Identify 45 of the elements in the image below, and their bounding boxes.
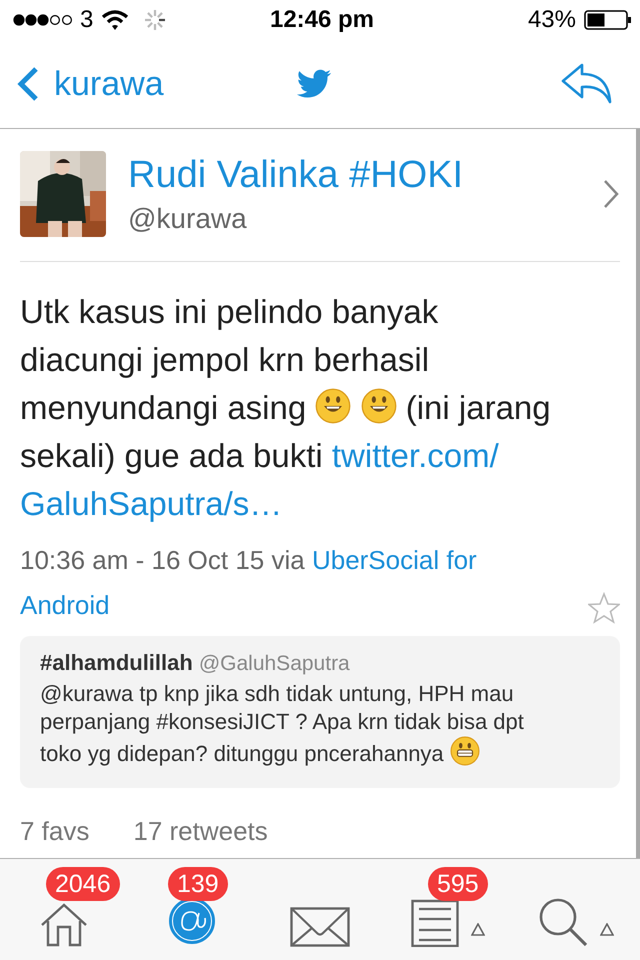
document-icon xyxy=(411,897,459,947)
client-link[interactable]: UberSocial for xyxy=(312,545,477,575)
tab-bar-item[interactable]: 595 xyxy=(384,859,512,960)
activity-spinner-icon xyxy=(143,8,168,32)
tweet-text: (ini jarang xyxy=(406,389,551,426)
smiley-icon xyxy=(315,388,352,424)
grinning-face-icon xyxy=(450,736,480,766)
count-badge: 139 xyxy=(168,867,228,901)
chevron-left-icon xyxy=(16,66,40,102)
client-link[interactable]: Android xyxy=(20,590,110,620)
tweet-text: Utk kasus ini pelindo banyak xyxy=(20,293,438,330)
author-name: Rudi Valinka #HOKI xyxy=(128,154,464,196)
bird-logo-icon xyxy=(297,68,333,100)
triangle-icon xyxy=(600,923,614,936)
battery-icon xyxy=(584,10,632,30)
tweet-text: sekali) gue ada bukti xyxy=(20,437,323,474)
back-button[interactable]: kurawa xyxy=(16,64,196,104)
wifi-icon xyxy=(101,9,130,31)
clock: 12:46 pm xyxy=(270,6,374,34)
carrier-name: 3 xyxy=(80,6,94,34)
envelope-icon xyxy=(290,907,350,947)
count-badge: 595 xyxy=(428,867,488,901)
battery-percent: 43% xyxy=(528,6,576,34)
quoted-tweet-card[interactable]: #alhamdulillah @GaluhSaputra @kurawa tp knp jika sdh tidak untung, HPH mau perpanjang #konsesiJICT ? Apa krn tidak bisa dpt toko yg didepan? ditunggu pncerahannya xyxy=(20,636,620,788)
tweet-text: diacungi jempol krn berhasil xyxy=(20,341,430,378)
retweets-count[interactable]: 17 retweets xyxy=(133,816,268,847)
quoted-tweet-text: toko yg didepan? ditunggu pncerahannya xyxy=(40,741,444,766)
tab-bar-item[interactable]: 139 xyxy=(128,859,256,960)
triangle-icon xyxy=(471,923,485,936)
reply-icon[interactable] xyxy=(560,62,614,106)
tab-bar-item[interactable]: 2046 xyxy=(0,859,128,960)
chevron-right-icon xyxy=(602,178,620,210)
tweet-time: 10:36 am - 16 Oct 15 via xyxy=(20,545,305,575)
tweet-link[interactable]: GaluhSaputra/s… xyxy=(20,485,282,522)
author-handle: @kurawa xyxy=(128,202,248,234)
signal-icon xyxy=(12,12,72,28)
search-icon xyxy=(538,897,588,947)
tweet-text: menyundangi asing xyxy=(20,389,306,426)
quoted-tweet-handle: @GaluhSaputra xyxy=(198,652,350,675)
quoted-tweet-title: #alhamdulillah xyxy=(40,650,193,675)
tweet-link[interactable]: twitter.com/ xyxy=(332,437,499,474)
star-icon[interactable] xyxy=(588,592,620,624)
smiley-icon xyxy=(360,388,397,424)
favs-count[interactable]: 7 favs xyxy=(20,816,90,847)
count-badge: 2046 xyxy=(46,867,120,901)
